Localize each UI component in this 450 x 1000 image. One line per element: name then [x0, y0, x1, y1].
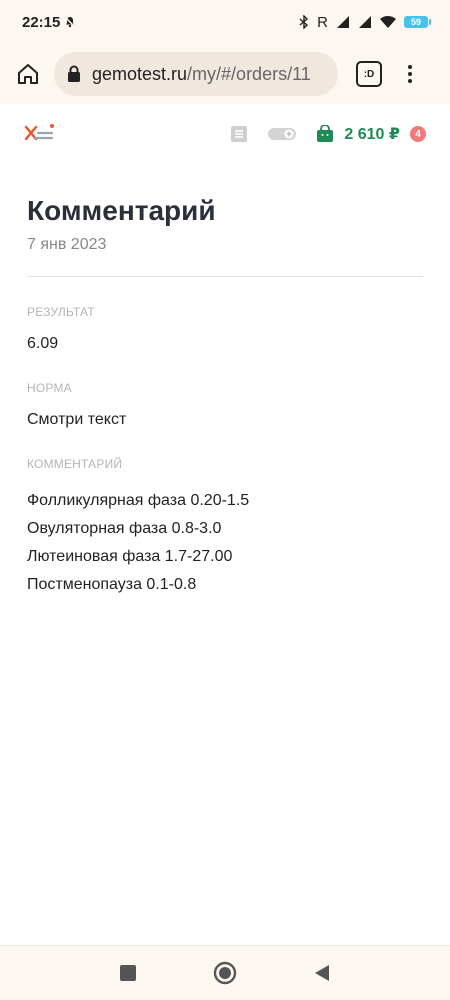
lock-icon: [68, 65, 80, 82]
comment-line: Лютеиновая фаза 1.7-27.00: [27, 548, 233, 565]
battery-icon: 59: [404, 16, 431, 28]
comment-page: Комментарий 7 янв 2023 РЕЗУЛЬТАТ 6.09 НО…: [27, 164, 423, 599]
browser-toolbar: gemotest.ru/my/#/orders/11 :D: [0, 44, 450, 104]
back-button[interactable]: [308, 959, 336, 987]
square-icon: [120, 965, 137, 981]
norm-value: Смотри текст: [27, 411, 127, 428]
menu-dot: [408, 79, 412, 83]
page-title: Комментарий: [27, 195, 216, 226]
page-date: 7 янв 2023: [27, 236, 107, 253]
address-bar[interactable]: gemotest.ru/my/#/orders/11: [54, 52, 338, 96]
home-icon: [18, 64, 38, 84]
menu-dot: [408, 72, 412, 76]
gemotest-logo-icon[interactable]: [24, 123, 56, 145]
header-actions: 2 610 ₽ 4: [230, 124, 426, 144]
comment-label: КОММЕНТАРИЙ: [27, 457, 123, 471]
triangle-back-icon: [314, 965, 329, 981]
url-path: /my/#/orders/11: [187, 63, 311, 84]
tab-switcher-button[interactable]: :D: [356, 61, 382, 87]
menu-dot: [408, 65, 412, 69]
muted-bell-icon: [64, 16, 76, 28]
status-right: R 59: [299, 13, 431, 31]
browser-menu-button[interactable]: [406, 65, 414, 83]
shopping-bag-icon[interactable]: [316, 125, 334, 143]
wifi-icon: [380, 16, 396, 28]
circle-icon: [213, 961, 237, 985]
cart-amount[interactable]: 2 610 ₽: [344, 124, 400, 144]
signal-icon-2: [359, 16, 371, 28]
toggle-switch-icon[interactable]: [268, 127, 297, 141]
status-left: 22:15: [22, 14, 76, 31]
cart-count-badge: 4: [410, 126, 426, 142]
result-label: РЕЗУЛЬТАТ: [27, 305, 95, 319]
norm-label: НОРМА: [27, 381, 72, 395]
comment-line: Овуляторная фаза 0.8-3.0: [27, 520, 222, 537]
home-nav-button[interactable]: [211, 959, 239, 987]
recent-apps-button[interactable]: [114, 959, 142, 987]
app-header: 2 610 ₽ 4: [0, 104, 450, 164]
status-time: 22:15: [22, 13, 61, 31]
bluetooth-icon: [299, 15, 309, 29]
signal-icon: [337, 16, 349, 28]
divider: [27, 276, 423, 277]
home-button[interactable]: [12, 58, 44, 90]
system-navigation-bar: [0, 945, 450, 1000]
result-value: 6.09: [27, 335, 59, 352]
url-text: gemotest.ru/my/#/orders/11: [92, 64, 311, 85]
document-list-icon[interactable]: [230, 125, 248, 143]
comment-lines: Фолликулярная фаза 0.20-1.5 Овуляторная …: [27, 487, 423, 599]
roaming-indicator: R: [317, 13, 328, 31]
url-host: gemotest.ru: [92, 63, 188, 84]
status-bar: 22:15 R 59: [0, 0, 450, 44]
comment-line: Постменопауза 0.1-0.8: [27, 576, 197, 593]
comment-line: Фолликулярная фаза 0.20-1.5: [27, 492, 250, 509]
